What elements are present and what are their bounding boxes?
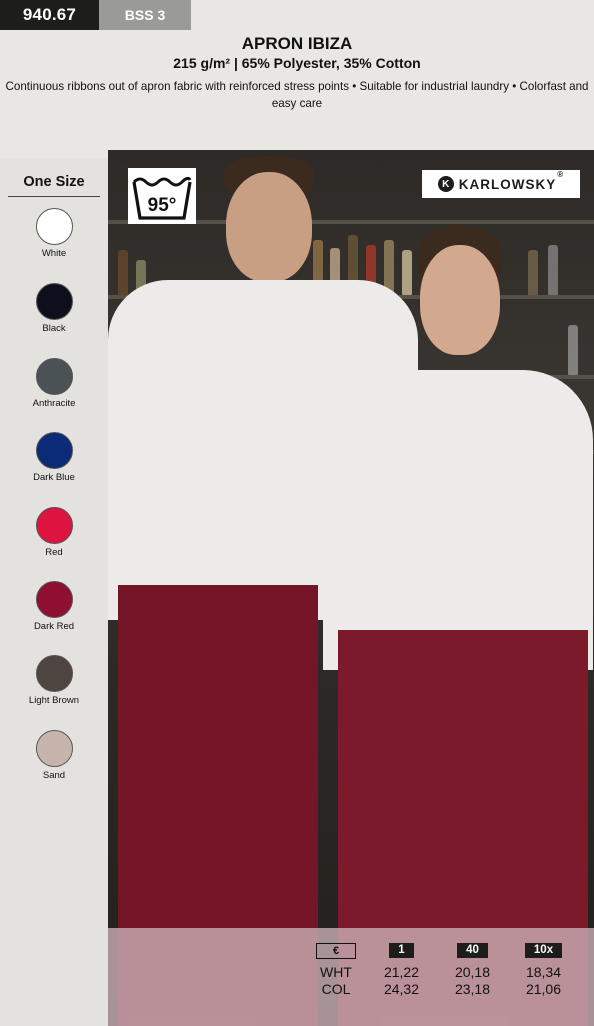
price-panel: € 1 40 10x WHT 21,22 20,18 18,34 COL 24,… — [108, 928, 594, 1026]
wash-temp-label: 95° — [148, 195, 177, 216]
swatch-dot — [35, 432, 73, 469]
brand-logo: K KARLOWSKY ® — [422, 170, 580, 198]
price-header-row: € 1 40 10x — [306, 942, 579, 959]
color-sidebar: One Size White Black Anthracite Dark Blu… — [0, 158, 108, 1026]
bottle — [568, 325, 578, 375]
qty-label: 1 — [389, 943, 414, 958]
swatch-dot — [35, 730, 73, 767]
price-cell: 23,18 — [454, 980, 491, 997]
currency-header: € — [306, 942, 366, 959]
size-label: One Size — [23, 174, 85, 190]
swatch-dot — [35, 208, 73, 245]
qty-label: 10x — [524, 943, 563, 958]
swatch-label: Red — [45, 547, 63, 558]
swatch-dot — [35, 507, 73, 544]
qty-header: 10x — [508, 943, 579, 958]
swatch-dot — [35, 581, 73, 618]
bottle — [118, 250, 128, 295]
color-swatch-white[interactable]: White — [0, 208, 108, 259]
article-tag: 940.67 BSS 3 — [0, 0, 191, 30]
woman-shirt — [323, 370, 593, 670]
swatch-label: Anthracite — [32, 398, 76, 409]
price-cell: 18,34 — [525, 963, 562, 980]
price-cell: 21,22 — [383, 963, 420, 980]
color-swatch-dark-blue[interactable]: Dark Blue — [0, 432, 108, 483]
article-number: 940.67 — [0, 0, 99, 30]
man-head — [226, 172, 312, 282]
bottle — [548, 245, 558, 295]
color-swatch-light-brown[interactable]: Light Brown — [0, 655, 108, 706]
swatch-dot — [35, 283, 73, 320]
woman-head — [420, 245, 500, 355]
karlowsky-logo-icon: K — [437, 176, 454, 192]
price-cell: 21,06 — [525, 980, 562, 997]
swatch-dot — [35, 358, 73, 395]
registered-mark: ® — [557, 170, 565, 179]
brand-name: KARLOWSKY — [458, 176, 557, 192]
qty-label: 40 — [457, 943, 488, 958]
price-row-label: COL — [321, 980, 351, 997]
product-header: APRON IBIZA 215 g/m² | 65% Polyester, 35… — [0, 34, 594, 112]
product-photo: 95° K KARLOWSKY ® — [108, 150, 594, 1026]
swatch-label: Dark Red — [33, 621, 75, 632]
wash-tub-icon: 95° — [132, 176, 192, 220]
price-row: WHT 21,22 20,18 18,34 — [306, 963, 579, 980]
bottle — [528, 250, 538, 295]
price-cell: 20,18 — [454, 963, 491, 980]
price-row: COL 24,32 23,18 21,06 — [306, 980, 579, 997]
swatch-label: White — [41, 248, 67, 259]
product-description: Continuous ribbons out of apron fabric w… — [5, 80, 589, 110]
swatch-label: Dark Blue — [33, 472, 75, 483]
category-code: BSS 3 — [99, 0, 191, 30]
price-table: € 1 40 10x WHT 21,22 20,18 18,34 COL 24,… — [306, 942, 579, 997]
bottle — [402, 250, 412, 295]
color-swatch-sand[interactable]: Sand — [0, 730, 108, 781]
currency-label: € — [316, 942, 356, 959]
qty-header: 40 — [437, 943, 508, 958]
wash-95-icon: 95° — [128, 168, 196, 224]
swatch-label: Light Brown — [28, 695, 80, 706]
color-swatch-black[interactable]: Black — [0, 283, 108, 334]
swatch-label: Sand — [42, 770, 66, 781]
price-cell: 24,32 — [383, 980, 420, 997]
color-swatch-dark-red[interactable]: Dark Red — [0, 581, 108, 632]
product-material: 215 g/m² | 65% Polyester, 35% Cotton — [173, 55, 421, 71]
product-title: APRON IBIZA — [241, 34, 353, 53]
swatch-label: Black — [42, 323, 66, 334]
divider — [8, 196, 100, 197]
color-swatch-anthracite[interactable]: Anthracite — [0, 358, 108, 409]
color-swatch-red[interactable]: Red — [0, 507, 108, 558]
swatch-dot — [35, 655, 73, 692]
qty-header: 1 — [366, 943, 437, 958]
price-row-label: WHT — [320, 963, 352, 980]
